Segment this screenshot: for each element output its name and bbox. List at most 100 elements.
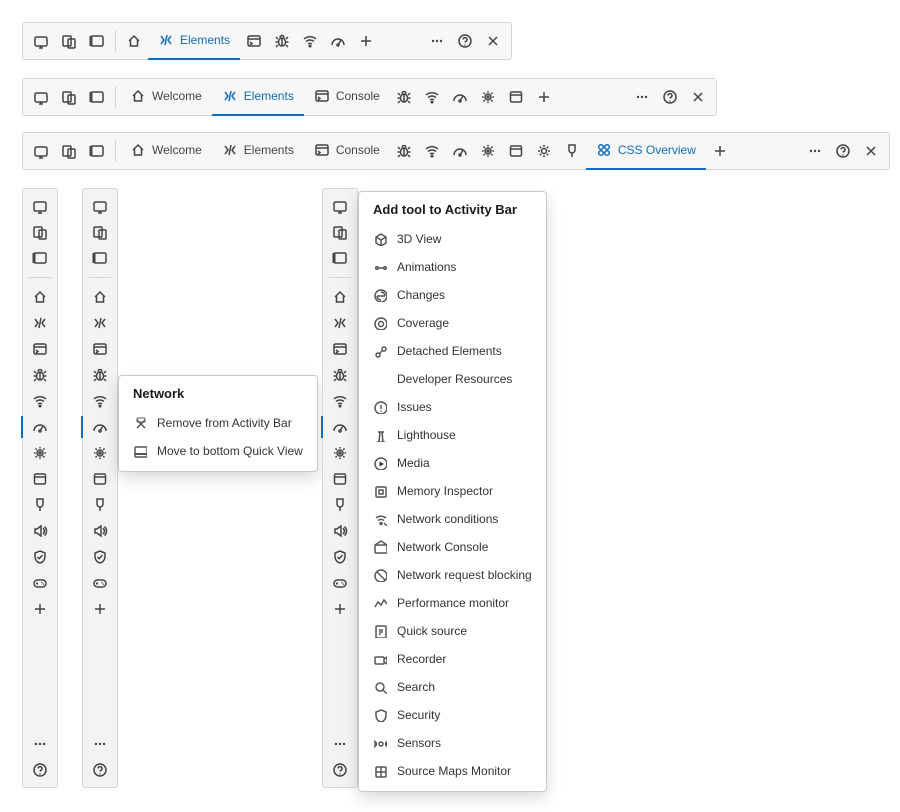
gear-icon[interactable] — [26, 440, 54, 466]
menu-item-3d-view[interactable]: 3D View — [359, 225, 546, 253]
plus-icon[interactable] — [326, 596, 354, 622]
add-tab-button[interactable] — [706, 137, 734, 165]
home-icon[interactable] — [326, 284, 354, 310]
console-icon[interactable] — [326, 336, 354, 362]
inspect-icon[interactable] — [26, 193, 54, 219]
home-button[interactable] — [120, 27, 148, 55]
help-button[interactable] — [656, 83, 684, 111]
wifi-icon[interactable] — [86, 388, 114, 414]
elements-icon[interactable] — [326, 310, 354, 336]
perf_active-icon[interactable] — [26, 414, 54, 440]
app-icon[interactable] — [502, 137, 530, 165]
tab-css-overview[interactable]: CSS Overview — [586, 132, 706, 170]
wifi-icon[interactable] — [326, 388, 354, 414]
sound-icon[interactable] — [326, 518, 354, 544]
app-icon[interactable] — [26, 466, 54, 492]
bug-icon[interactable] — [268, 27, 296, 55]
paint-icon[interactable] — [26, 492, 54, 518]
tab-console[interactable]: Console — [304, 78, 390, 116]
device-icon[interactable] — [86, 219, 114, 245]
controller-icon[interactable] — [86, 570, 114, 596]
perf-icon[interactable] — [446, 137, 474, 165]
dock-icon[interactable] — [26, 245, 54, 271]
menu-item-source-maps-monitor[interactable]: Source Maps Monitor — [359, 757, 546, 785]
bug-icon[interactable] — [390, 137, 418, 165]
tab-welcome[interactable]: Welcome — [120, 78, 212, 116]
gear-icon[interactable] — [326, 440, 354, 466]
wifi-icon[interactable] — [418, 137, 446, 165]
paint-icon[interactable] — [558, 137, 586, 165]
menu-item-move-to-bottom[interactable]: Move to bottom Quick View — [119, 437, 317, 465]
elements-icon[interactable] — [26, 310, 54, 336]
menu-item-remove-from-activity-bar[interactable]: Remove from Activity Bar — [119, 409, 317, 437]
gear-icon[interactable] — [86, 440, 114, 466]
gear2-icon[interactable] — [530, 137, 558, 165]
app-icon[interactable] — [86, 466, 114, 492]
menu-item-detached-elements[interactable]: Detached Elements — [359, 337, 546, 365]
sound-icon[interactable] — [26, 518, 54, 544]
perf-icon[interactable] — [324, 27, 352, 55]
wifi-icon[interactable] — [26, 388, 54, 414]
menu-item-network-console[interactable]: Network Console — [359, 533, 546, 561]
inspect-icon[interactable] — [27, 27, 55, 55]
menu-item-developer-resources[interactable]: Developer Resources — [359, 365, 546, 393]
console-icon[interactable] — [86, 336, 114, 362]
console-icon[interactable] — [240, 27, 268, 55]
tab-elements[interactable]: Elements — [148, 22, 240, 60]
plus-icon[interactable] — [86, 596, 114, 622]
tab-console[interactable]: Console — [304, 132, 390, 170]
menu-item-coverage[interactable]: Coverage — [359, 309, 546, 337]
more-icon[interactable] — [326, 731, 354, 757]
dock-icon[interactable] — [86, 245, 114, 271]
bug-icon[interactable] — [326, 362, 354, 388]
menu-item-search[interactable]: Search — [359, 673, 546, 701]
perf_active-icon[interactable] — [86, 414, 114, 440]
more-button[interactable] — [628, 83, 656, 111]
inspect-icon[interactable] — [86, 193, 114, 219]
paint-icon[interactable] — [326, 492, 354, 518]
app-icon[interactable] — [326, 466, 354, 492]
menu-item-lighthouse[interactable]: Lighthouse — [359, 421, 546, 449]
close-button[interactable] — [479, 27, 507, 55]
help-icon[interactable] — [86, 757, 114, 783]
bug-icon[interactable] — [26, 362, 54, 388]
menu-item-issues[interactable]: Issues — [359, 393, 546, 421]
more-icon[interactable] — [86, 731, 114, 757]
device-icon[interactable] — [326, 219, 354, 245]
perf-icon[interactable] — [446, 83, 474, 111]
help-button[interactable] — [451, 27, 479, 55]
gear-icon[interactable] — [474, 83, 502, 111]
menu-item-recorder[interactable]: Recorder — [359, 645, 546, 673]
menu-item-network-conditions[interactable]: Network conditions — [359, 505, 546, 533]
bug-icon[interactable] — [390, 83, 418, 111]
gear-icon[interactable] — [474, 137, 502, 165]
more-button[interactable] — [801, 137, 829, 165]
controller-icon[interactable] — [326, 570, 354, 596]
help-button[interactable] — [829, 137, 857, 165]
shield-icon[interactable] — [86, 544, 114, 570]
help-icon[interactable] — [326, 757, 354, 783]
dock-icon[interactable] — [326, 245, 354, 271]
more-button[interactable] — [423, 27, 451, 55]
bug-icon[interactable] — [86, 362, 114, 388]
wifi-icon[interactable] — [296, 27, 324, 55]
paint-icon[interactable] — [86, 492, 114, 518]
menu-item-quick-source[interactable]: Quick source — [359, 617, 546, 645]
shield-icon[interactable] — [326, 544, 354, 570]
dock-icon[interactable] — [83, 27, 111, 55]
wifi-icon[interactable] — [418, 83, 446, 111]
plus-icon[interactable] — [26, 596, 54, 622]
tab-elements[interactable]: Elements — [212, 78, 304, 116]
perf_active-icon[interactable] — [326, 414, 354, 440]
sound-icon[interactable] — [86, 518, 114, 544]
menu-item-sensors[interactable]: Sensors — [359, 729, 546, 757]
more-icon[interactable] — [26, 731, 54, 757]
inspect-icon[interactable] — [27, 137, 55, 165]
add-tab-button[interactable] — [530, 83, 558, 111]
inspect-icon[interactable] — [326, 193, 354, 219]
console-icon[interactable] — [26, 336, 54, 362]
menu-item-performance-monitor[interactable]: Performance monitor — [359, 589, 546, 617]
elements-icon[interactable] — [86, 310, 114, 336]
device-icon[interactable] — [55, 83, 83, 111]
tab-welcome[interactable]: Welcome — [120, 132, 212, 170]
